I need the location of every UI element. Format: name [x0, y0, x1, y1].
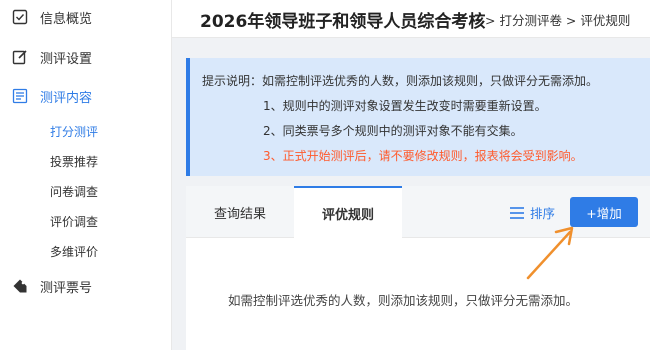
sidebar-item-label: 测评设置	[40, 51, 93, 67]
rules-panel: 查询结果 评优规则 排序 +增加 如需控制评选优秀的人数，则添加该规则，只做评分…	[186, 186, 650, 350]
sidebar-item-label: 信息概览	[40, 11, 93, 27]
sidebar-item-content[interactable]: 测评内容	[0, 81, 172, 111]
list-icon	[12, 88, 28, 104]
sidebar-subitem-multi-dimension[interactable]: 多维评价	[50, 243, 98, 260]
edit-icon	[12, 49, 28, 65]
annotation-arrow-icon	[526, 226, 574, 280]
sidebar-item-label: 测评票号	[40, 280, 93, 296]
tab-bar: 查询结果 评优规则 排序 +增加	[186, 186, 650, 239]
page-header: 2026年领导班子和领导人员综合考核 > 打分测评卷 > 评优规则	[172, 0, 650, 38]
notice-line: 2、同类票号多个规则中的测评对象不能有交集。	[263, 124, 523, 138]
breadcrumb[interactable]: > 打分测评卷 > 评优规则	[485, 10, 630, 29]
tab-excellence-rules[interactable]: 评优规则	[294, 186, 402, 239]
notice-line: 提示说明：如需控制评选优秀的人数，则添加该规则，只做评分无需添加。	[202, 74, 599, 88]
sidebar-subitem-evaluation-survey[interactable]: 评价调查	[50, 213, 98, 230]
notice-warning-line: 3、正式开始测评后，请不要修改规则，报表将会受到影响。	[263, 149, 583, 163]
sidebar-subitem-score-evaluation[interactable]: 打分测评	[50, 123, 98, 140]
empty-state-message: 如需控制评选优秀的人数，则添加该规则，只做评分无需添加。	[228, 293, 579, 308]
add-button[interactable]: +增加	[570, 197, 638, 227]
notice-line: 1、规则中的测评对象设置发生改变时需要重新设置。	[263, 99, 547, 113]
checkbox-icon	[12, 9, 28, 25]
sidebar: 信息概览 测评设置 测评内容 打分测评 投票推荐 问卷调查 评价调查 多维评价 …	[0, 0, 172, 350]
tab-query-results[interactable]: 查询结果	[186, 186, 294, 238]
sidebar-item-ticket-numbers[interactable]: 测评票号	[0, 271, 172, 301]
notice-box: 提示说明：如需控制评选优秀的人数，则添加该规则，只做评分无需添加。 1、规则中的…	[186, 58, 650, 176]
sort-button[interactable]: 排序	[510, 203, 555, 222]
sort-label: 排序	[530, 206, 556, 221]
sidebar-subitem-vote-recommend[interactable]: 投票推荐	[50, 153, 98, 170]
sidebar-subitem-questionnaire[interactable]: 问卷调查	[50, 183, 98, 200]
sidebar-item-label: 测评内容	[40, 90, 93, 106]
sidebar-item-settings[interactable]: 测评设置	[0, 42, 172, 72]
tag-icon	[12, 278, 28, 294]
sidebar-item-overview[interactable]: 信息概览	[0, 2, 172, 32]
menu-icon	[510, 206, 524, 219]
page-title: 2026年领导班子和领导人员综合考核	[200, 12, 486, 32]
